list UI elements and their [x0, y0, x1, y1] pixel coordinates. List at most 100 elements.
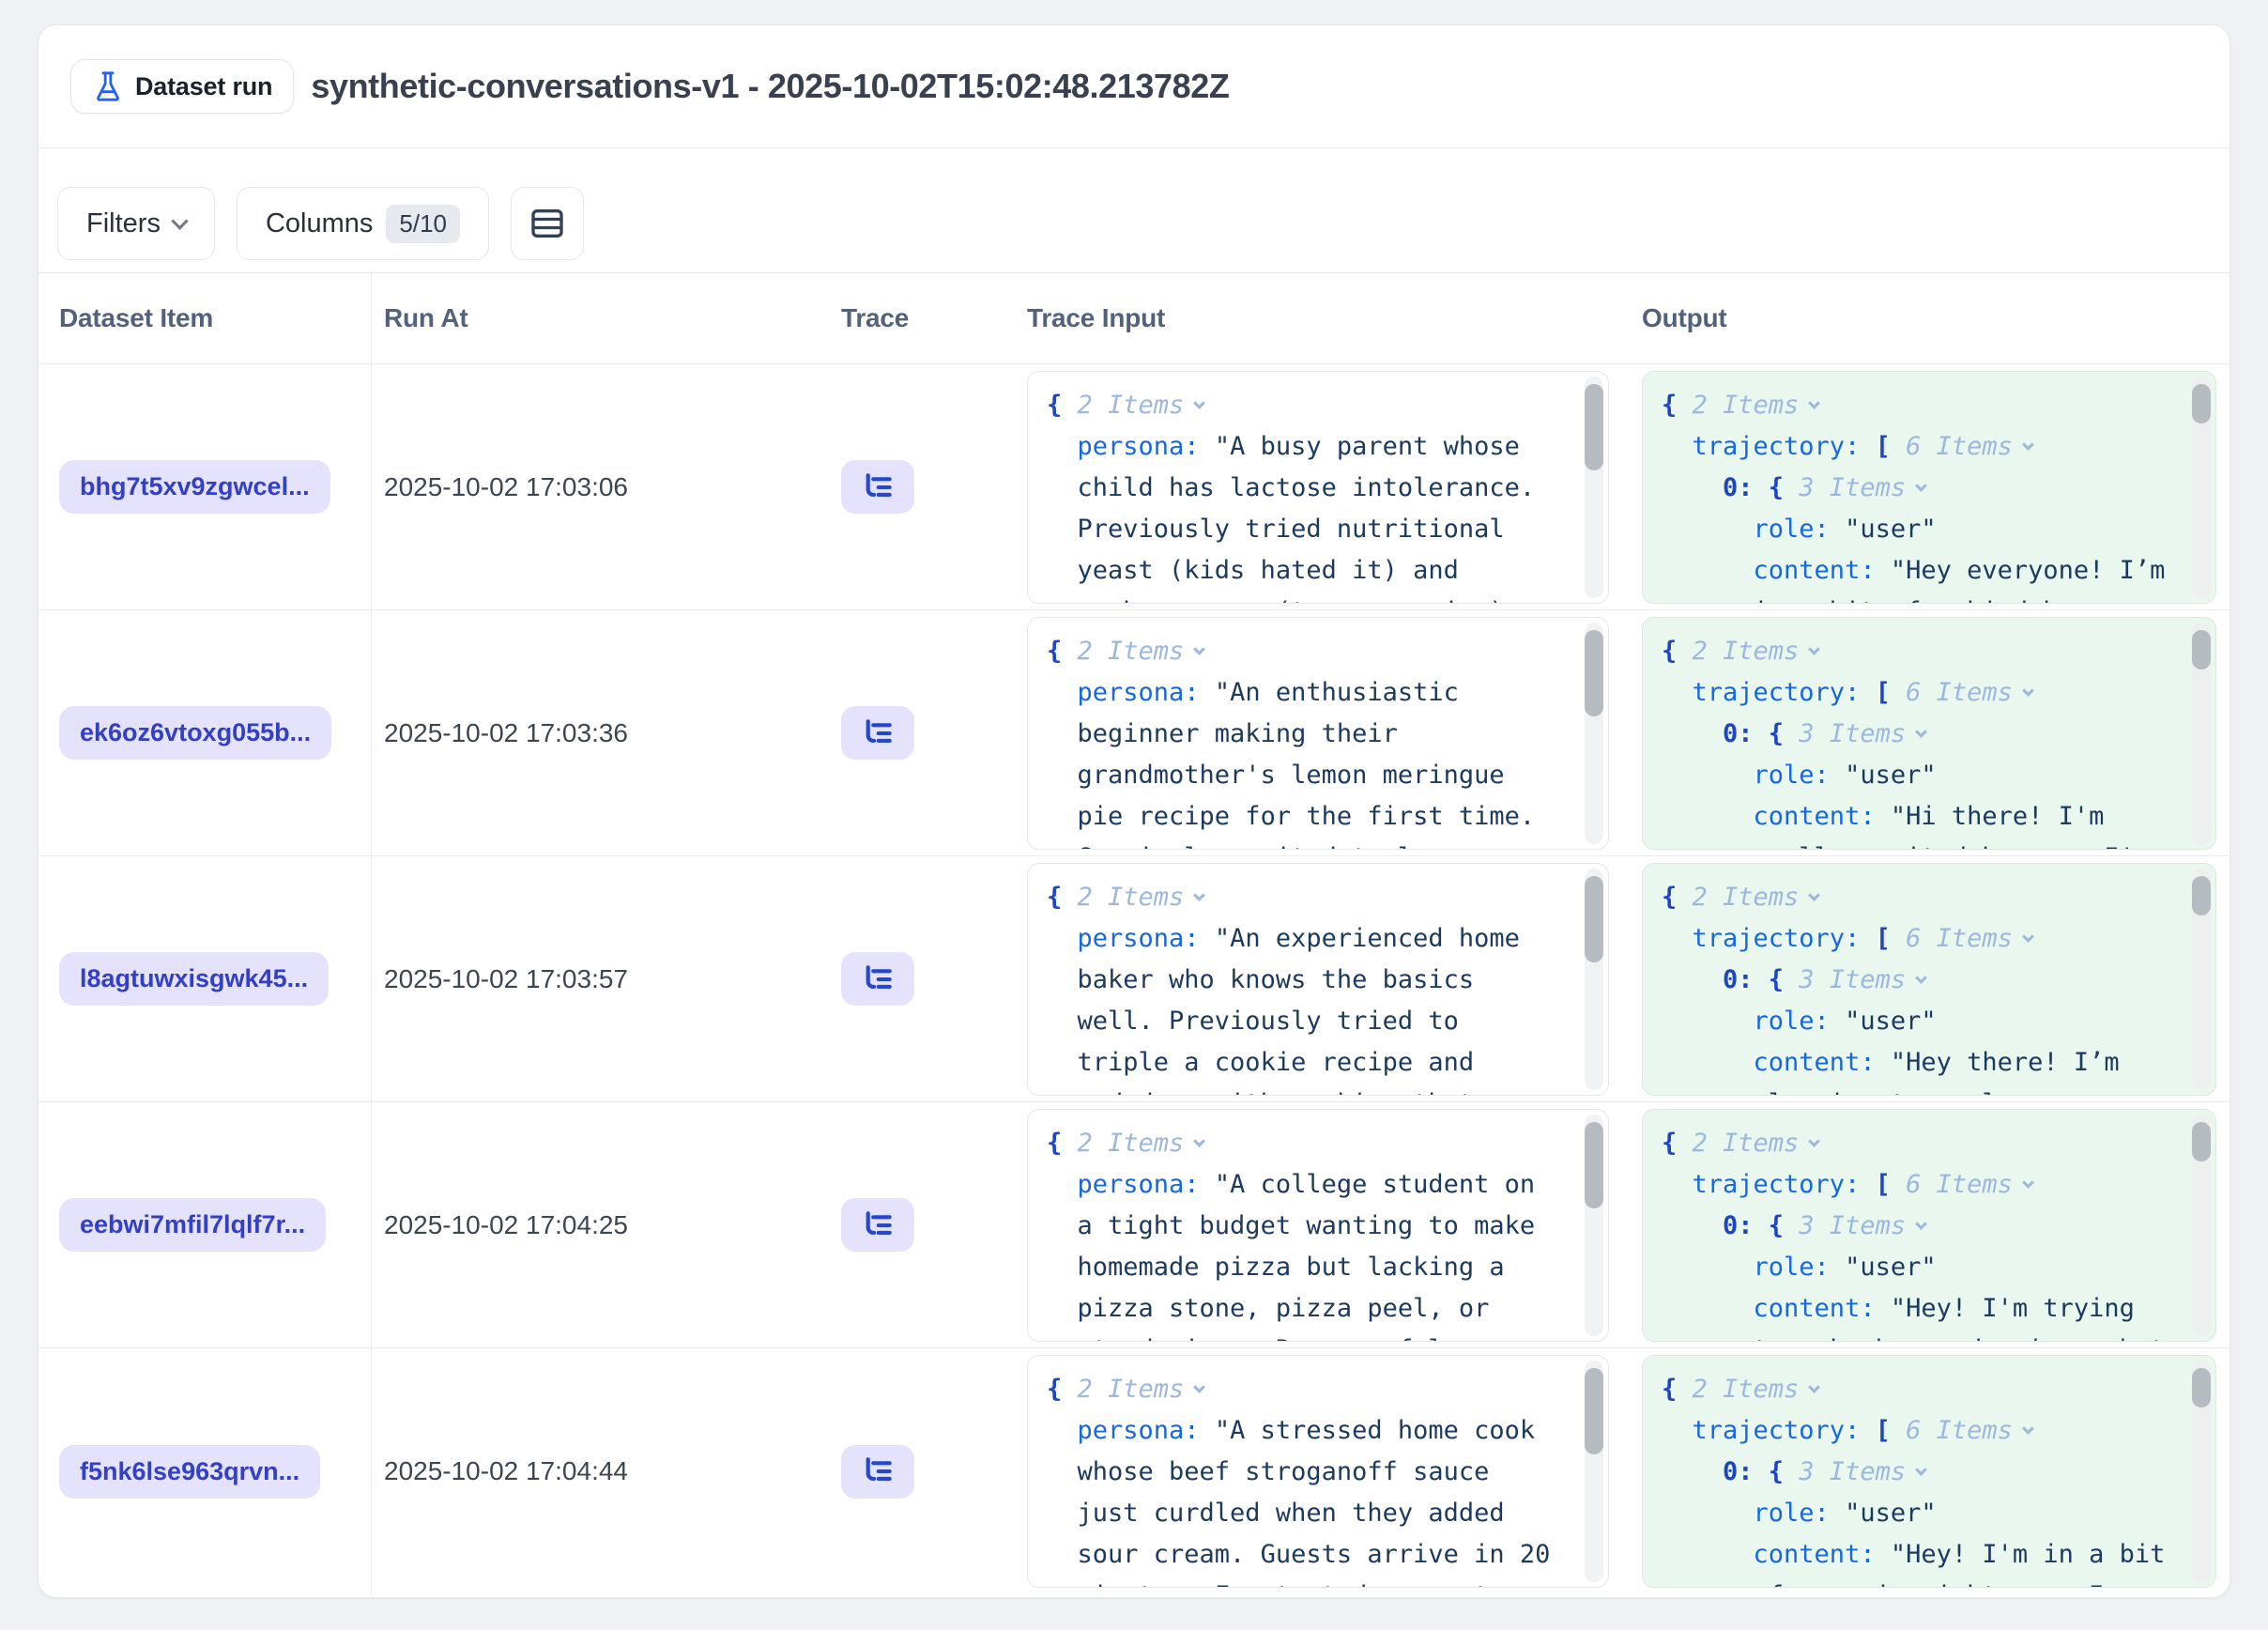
items-count-toggle[interactable]: 2 Items — [1693, 637, 1800, 666]
output-json-viewer[interactable]: { 2 Itemstrajectory: [ 6 Items0: { 3 Ite… — [1642, 1355, 2216, 1588]
chevron-down-icon[interactable] — [1808, 397, 1820, 409]
columns-button[interactable]: Columns 5/10 — [237, 187, 489, 260]
chevron-down-icon[interactable] — [2022, 684, 2034, 697]
chevron-down-icon[interactable] — [1808, 889, 1820, 901]
items-count-toggle[interactable]: 3 Items — [1799, 1211, 1906, 1240]
chevron-down-icon[interactable] — [1915, 972, 1927, 984]
dataset-item-link[interactable]: l8agtuwxisgwk45... — [59, 952, 329, 1006]
dataset-item-link[interactable]: eebwi7mfil7lqlf7r... — [59, 1198, 326, 1252]
scrollbar-track[interactable] — [2192, 623, 2211, 844]
chevron-down-icon[interactable] — [1915, 1464, 1927, 1476]
trace-input-json-viewer[interactable]: { 2 Itemspersona: "An experienced homeba… — [1027, 863, 1609, 1096]
open-trace-button[interactable] — [841, 952, 914, 1006]
row-height-button[interactable] — [511, 187, 584, 260]
open-trace-button[interactable] — [841, 1198, 914, 1252]
scrollbar-track[interactable] — [1585, 1361, 1603, 1582]
dataset-item-link[interactable]: f5nk6lse963qrvn... — [59, 1445, 320, 1499]
trace-input-json-viewer[interactable]: { 2 Itemspersona: "An enthusiasticbeginn… — [1027, 617, 1609, 850]
chevron-down-icon[interactable] — [1193, 397, 1205, 409]
scrollbar-track[interactable] — [1585, 1115, 1603, 1336]
open-trace-button[interactable] — [841, 460, 914, 514]
items-count-toggle[interactable]: 6 Items — [1906, 924, 2013, 953]
items-count-toggle[interactable]: 3 Items — [1799, 473, 1906, 502]
scrollbar-track[interactable] — [2192, 1115, 2211, 1336]
scrollbar-track[interactable] — [2192, 377, 2211, 598]
chevron-down-icon[interactable] — [1193, 643, 1205, 655]
chevron-down-icon[interactable] — [1808, 1135, 1820, 1147]
json-string: minutes. Frustrated, urgent — [1078, 1581, 1490, 1588]
trace-input-json-viewer[interactable]: { 2 Itemspersona: "A busy parent whosech… — [1027, 371, 1609, 604]
items-count-toggle[interactable]: 2 Items — [1693, 883, 1800, 912]
chevron-down-icon[interactable] — [1193, 889, 1205, 901]
json-string: "Hey! I'm trying — [1891, 1294, 2135, 1323]
chevron-down-icon[interactable] — [2022, 1422, 2034, 1435]
items-count-toggle[interactable]: 6 Items — [1906, 432, 2013, 461]
items-count-toggle[interactable]: 2 Items — [1078, 391, 1185, 420]
scrollbar-thumb[interactable] — [2192, 1368, 2211, 1407]
json-punctuation: 0: { — [1723, 719, 1799, 748]
chevron-down-icon[interactable] — [1808, 1381, 1820, 1393]
filters-button[interactable]: Filters — [57, 187, 215, 260]
trace-input-json-viewer[interactable]: { 2 Itemspersona: "A stressed home cookw… — [1027, 1355, 1609, 1588]
open-trace-button[interactable] — [841, 706, 914, 760]
output-json-viewer[interactable]: { 2 Itemstrajectory: [ 6 Items0: { 3 Ite… — [1642, 371, 2216, 604]
items-count-toggle[interactable]: 3 Items — [1799, 719, 1906, 748]
items-count-toggle[interactable]: 2 Items — [1078, 1129, 1185, 1158]
json-punctuation: { — [1047, 883, 1078, 912]
scrollbar-thumb[interactable] — [2192, 630, 2211, 669]
items-count-toggle[interactable]: 6 Items — [1906, 1170, 2013, 1199]
dataset-item-link[interactable]: bhg7t5xv9zgwcel... — [59, 460, 330, 514]
scrollbar-thumb[interactable] — [1585, 384, 1603, 470]
items-count-toggle[interactable]: 6 Items — [1906, 1416, 2013, 1445]
scrollbar-thumb[interactable] — [1585, 876, 1603, 962]
chevron-down-icon[interactable] — [1915, 726, 1927, 738]
open-trace-button[interactable] — [841, 1445, 914, 1499]
columns-count-badge: 5/10 — [386, 205, 460, 243]
chevron-down-icon[interactable] — [1193, 1381, 1205, 1393]
trace-input-json-viewer[interactable]: { 2 Itemspersona: "A college student ona… — [1027, 1109, 1609, 1342]
run-at-cell: 2025-10-02 17:03:57 — [372, 856, 818, 1101]
output-json-viewer[interactable]: { 2 Itemstrajectory: [ 6 Items0: { 3 Ite… — [1642, 1109, 2216, 1342]
chevron-down-icon[interactable] — [2022, 1176, 2034, 1189]
json-key: role: — [1754, 1007, 1846, 1036]
scrollbar-thumb[interactable] — [1585, 1368, 1603, 1454]
items-count-toggle[interactable]: 2 Items — [1078, 883, 1185, 912]
json-string: of a panic right now. I was — [1754, 1581, 2166, 1588]
items-count-toggle[interactable]: 3 Items — [1799, 965, 1906, 994]
json-string: "An experienced home — [1215, 924, 1520, 953]
items-count-toggle[interactable]: 2 Items — [1078, 637, 1185, 666]
scrollbar-thumb[interactable] — [1585, 630, 1603, 716]
chevron-down-icon[interactable] — [1915, 480, 1927, 492]
chevron-down-icon[interactable] — [2022, 930, 2034, 943]
scrollbar-track[interactable] — [2192, 869, 2211, 1090]
items-count-toggle[interactable]: 2 Items — [1078, 1375, 1185, 1404]
output-json-viewer[interactable]: { 2 Itemstrajectory: [ 6 Items0: { 3 Ite… — [1642, 617, 2216, 850]
json-key: persona: — [1078, 924, 1215, 953]
scrollbar-thumb[interactable] — [2192, 876, 2211, 915]
chevron-down-icon[interactable] — [1808, 643, 1820, 655]
json-key: trajectory: — [1693, 678, 1876, 707]
items-count-toggle[interactable]: 6 Items — [1906, 678, 2013, 707]
scrollbar-thumb[interactable] — [2192, 1122, 2211, 1161]
scrollbar-track[interactable] — [1585, 623, 1603, 844]
scrollbar-track[interactable] — [2192, 1361, 2211, 1582]
dataset-item-link[interactable]: ek6oz6vtoxg055b... — [59, 706, 331, 760]
items-count-toggle[interactable]: 2 Items — [1693, 1375, 1800, 1404]
json-string: Genuinely excited to learn — [1078, 843, 1475, 850]
items-count-toggle[interactable]: 2 Items — [1693, 1129, 1800, 1158]
trace-input-cell: { 2 Itemspersona: "A stressed home cookw… — [1010, 1348, 1625, 1594]
scrollbar-track[interactable] — [1585, 869, 1603, 1090]
scrollbar-thumb[interactable] — [2192, 384, 2211, 423]
trace-input-cell: { 2 Itemspersona: "An enthusiasticbeginn… — [1010, 610, 1625, 855]
json-string: ended up with cookies that were — [1078, 1089, 1551, 1096]
scrollbar-thumb[interactable] — [1585, 1122, 1603, 1208]
json-key: trajectory: — [1693, 432, 1876, 461]
items-count-toggle[interactable]: 2 Items — [1693, 391, 1800, 420]
chevron-down-icon[interactable] — [1193, 1135, 1205, 1147]
items-count-toggle[interactable]: 3 Items — [1799, 1457, 1906, 1486]
chevron-down-icon[interactable] — [2022, 438, 2034, 451]
scrollbar-track[interactable] — [1585, 377, 1603, 598]
output-json-viewer[interactable]: { 2 Itemstrajectory: [ 6 Items0: { 3 Ite… — [1642, 863, 2216, 1096]
page-title: synthetic-conversations-v1 - 2025-10-02T… — [311, 67, 1229, 106]
chevron-down-icon[interactable] — [1915, 1218, 1927, 1230]
